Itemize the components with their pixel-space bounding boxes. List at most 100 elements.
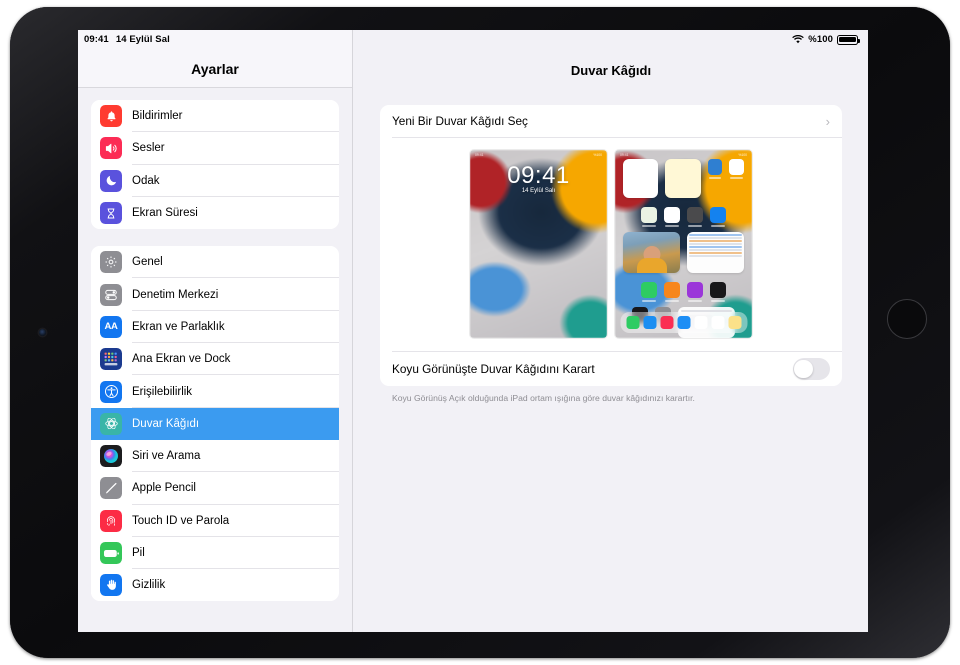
hand-raised-icon — [100, 574, 122, 597]
choose-new-wallpaper-label: Yeni Bir Duvar Kâğıdı Seç — [392, 114, 528, 128]
sidebar-item-label: Pil — [132, 547, 145, 559]
speaker-icon — [100, 137, 122, 160]
sidebar-item-gizlilik[interactable]: Gizlilik — [91, 569, 339, 602]
widget-row-2 — [623, 232, 744, 273]
hourglass-icon — [100, 202, 122, 225]
dark-appearance-dim-row[interactable]: Koyu Görünüşte Duvar Kâğıdını Karart — [380, 352, 842, 386]
sidebar-item-label: Touch ID ve Parola — [132, 514, 230, 527]
sidebar-item-bildirimler[interactable]: Bildirimler — [91, 100, 339, 133]
sidebar-item-label: Odak — [132, 174, 160, 187]
news-widget — [623, 159, 659, 198]
battery-icon — [837, 34, 860, 45]
sidebar-item-label: Sesler — [132, 142, 165, 155]
app-store-icon — [710, 207, 726, 228]
sidebar-item-denetim-merkezi[interactable]: Denetim Merkezi — [91, 278, 339, 311]
sidebar-scroll-area[interactable]: Bildirimler Sesler Odak Ekran Süresi Genel De… — [78, 88, 352, 602]
sidebar-title: Ayarlar — [191, 61, 239, 77]
notes-dock-icon — [728, 316, 741, 329]
battery-icon — [100, 542, 122, 564]
status-bar-right: %100 — [792, 34, 860, 45]
sidebar-group-2: Genel Denetim Merkezi AA Ekran ve Parlaklık… — [91, 246, 339, 602]
notes-widget — [665, 159, 701, 198]
status-bar-left: 09:41 14 Eylül Sal — [84, 34, 170, 45]
status-bar: 09:41 14 Eylül Sal %100 — [78, 30, 868, 49]
facetime-app-icon — [641, 282, 657, 303]
sidebar-item-ana-ekran-ve-dock[interactable]: Ana Ekran ve Dock — [91, 343, 339, 376]
sidebar-item-label: Erişilebilirlik — [132, 385, 193, 398]
tv-app-icon — [710, 282, 726, 303]
widget-row — [623, 159, 744, 198]
bell-icon — [100, 105, 122, 128]
home-screen-preview[interactable]: 09:41 %100 — [615, 150, 752, 338]
lock-screen-date: 14 Eylül Salı — [521, 188, 556, 194]
safari-dock-icon — [643, 316, 656, 329]
accessibility-icon — [100, 380, 122, 403]
sidebar-item-erisilebilirlik[interactable]: Erişilebilirlik — [91, 375, 339, 408]
wifi-icon — [792, 35, 805, 44]
calendar-widget — [687, 232, 744, 273]
status-date: 14 Eylül Sal — [115, 34, 170, 45]
choose-new-wallpaper-row[interactable]: Yeni Bir Duvar Kâğıdı Seç › — [380, 105, 842, 137]
settings-detail-panel: Duvar Kâğıdı Yeni Bir Duvar Kâğıdı Seç ›… — [354, 30, 868, 632]
lock-screen-time: 09:41 — [507, 162, 570, 189]
home-app-icon — [664, 207, 680, 228]
dark-appearance-footnote: Koyu Görünüş Açık olduğunda iPad ortam ı… — [392, 393, 695, 403]
sidebar-group-1: Bildirimler Sesler Odak Ekran Süresi — [91, 100, 339, 230]
camera-app-icon — [687, 207, 703, 228]
aa-text-icon: AA — [100, 315, 122, 338]
sidebar-item-ekran-ve-parlaklik[interactable]: AA Ekran ve Parlaklık — [91, 310, 339, 344]
wallpaper-card: Yeni Bir Duvar Kâğıdı Seç › 09:41 %100 0… — [380, 105, 842, 386]
messages-dock-icon — [626, 316, 639, 329]
sidebar-item-duvar-kagidi[interactable]: Duvar Kâğıdı — [91, 407, 339, 440]
sidebar-item-genel[interactable]: Genel — [91, 246, 339, 279]
sidebar-item-label: Denetim Merkezi — [132, 288, 219, 301]
toggles-icon — [100, 283, 122, 306]
sidebar-item-apple-pencil[interactable]: Apple Pencil — [91, 472, 339, 505]
lock-screen-preview[interactable]: 09:41 %100 09:41 14 Eylül Salı — [470, 150, 607, 338]
page-title: Duvar Kâğıdı — [570, 63, 652, 78]
calendar-dock-icon — [694, 316, 707, 329]
photos-dock-icon — [711, 316, 724, 329]
app-grid-icon — [100, 348, 122, 371]
mail-dock-icon — [677, 316, 690, 329]
podcasts-app-icon — [687, 282, 703, 303]
app-row-2 — [623, 282, 744, 303]
sidebar-item-ekran-suresi[interactable]: Ekran Süresi — [91, 196, 339, 230]
battery-percent-label: %100 — [808, 34, 833, 45]
home-button[interactable] — [887, 299, 927, 339]
wallpaper-flower-icon — [100, 412, 122, 435]
sidebar-item-label: Bildirimler — [132, 110, 183, 123]
sidebar-item-label: Genel — [132, 256, 163, 269]
photos-widget — [623, 232, 680, 273]
preview-status-battery: %100 — [593, 153, 602, 157]
sidebar-item-sesler[interactable]: Sesler — [91, 132, 339, 165]
pencil-icon — [100, 477, 122, 500]
preview-status-time: 09:41 — [475, 153, 484, 157]
sidebar-item-label: Ekran ve Parlaklık — [132, 320, 225, 333]
music-dock-icon — [660, 316, 673, 329]
siri-orb-icon — [100, 445, 122, 468]
ipad-screen: 09:41 14 Eylül Sal %100 Ayarlar Bildirim… — [78, 30, 868, 632]
sidebar-item-label: Ana Ekran ve Dock — [132, 353, 231, 366]
home-screen-grid — [615, 150, 752, 338]
sidebar-item-label: Gizlilik — [132, 579, 166, 592]
app-row — [623, 207, 744, 228]
sidebar-item-touch-id-ve-parola[interactable]: Touch ID ve Parola — [91, 504, 339, 537]
fingerprint-icon — [100, 509, 122, 532]
sidebar-item-label: Ekran Süresi — [132, 207, 198, 220]
detail-body: Yeni Bir Duvar Kâğıdı Seç › 09:41 %100 0… — [354, 88, 868, 405]
sidebar-item-siri-ve-arama[interactable]: Siri ve Arama — [91, 439, 339, 473]
chevron-right-icon: › — [825, 113, 830, 129]
status-time: 09:41 — [84, 34, 109, 45]
sidebar-item-label: Duvar Kâğıdı — [132, 417, 200, 430]
books-app-icon — [664, 282, 680, 303]
moon-icon — [100, 169, 122, 192]
front-camera-icon — [39, 329, 46, 336]
dark-appearance-dim-label: Koyu Görünüşte Duvar Kâğıdını Karart — [392, 362, 595, 376]
sidebar-item-pil[interactable]: Pil — [91, 536, 339, 570]
dark-appearance-dim-toggle[interactable] — [793, 358, 830, 380]
wallpaper-previews: 09:41 %100 09:41 14 Eylül Salı 09:41 %10… — [380, 138, 842, 351]
preview-status-bar: 09:41 %100 — [475, 153, 602, 157]
sidebar-item-odak[interactable]: Odak — [91, 164, 339, 197]
sidebar-item-label: Siri ve Arama — [132, 450, 201, 463]
